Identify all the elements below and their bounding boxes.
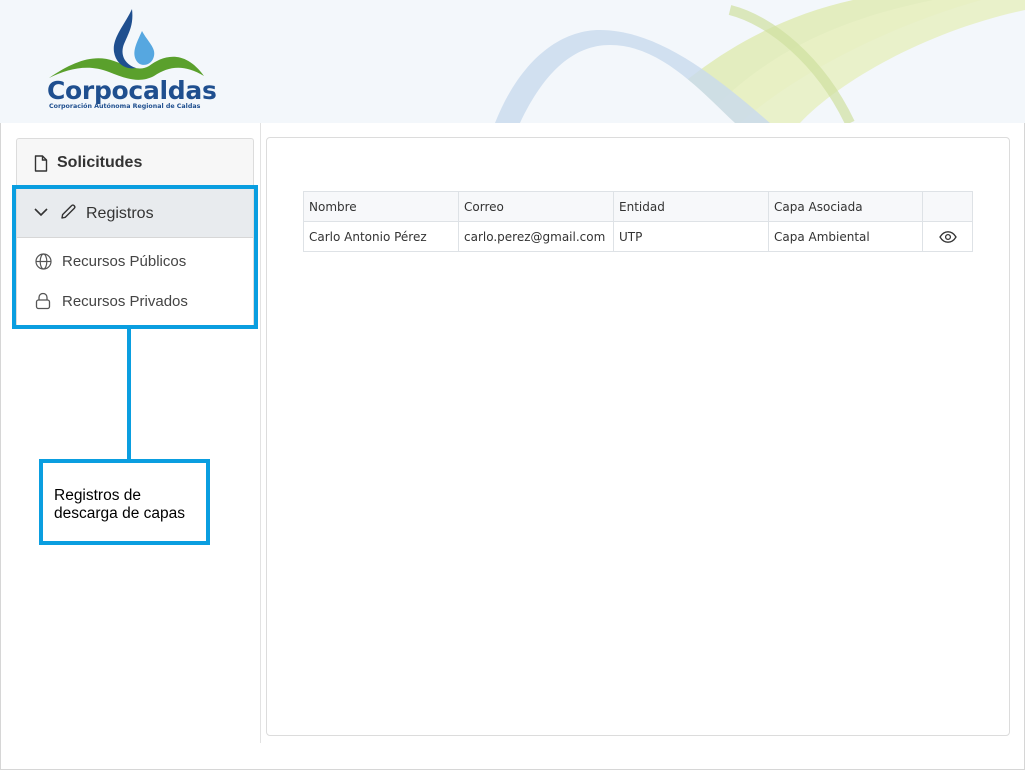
callout-note: Registros de descarga de capas [39, 459, 210, 545]
table-row: Carlo Antonio Pérez carlo.perez@gmail.co… [303, 221, 973, 252]
cell-capa: Capa Ambiental [768, 221, 923, 252]
column-header-correo: Correo [458, 191, 614, 222]
cell-nombre: Carlo Antonio Pérez [303, 221, 459, 252]
column-header-entidad: Entidad [613, 191, 769, 222]
column-header-actions [922, 191, 973, 222]
column-header-nombre: Nombre [303, 191, 459, 222]
table-header-row: Nombre Correo Entidad Capa Asociada [303, 191, 973, 222]
callout-connector [127, 329, 131, 461]
sidebar-item-solicitudes[interactable]: Solicitudes [16, 138, 254, 186]
brand-subtitle: Corporación Autónoma Regional de Caldas [49, 103, 201, 110]
registros-table: Nombre Correo Entidad Capa Asociada Carl… [303, 191, 973, 252]
header-banner: Corpocaldas Corporación Autónoma Regiona… [0, 0, 1025, 123]
highlight-box [12, 185, 258, 329]
column-header-capa: Capa Asociada [768, 191, 923, 222]
cell-action [922, 221, 973, 252]
callout-text: Registros de descarga de capas [54, 487, 185, 522]
cell-entidad: UTP [613, 221, 769, 252]
eye-icon[interactable] [938, 231, 957, 243]
document-icon [34, 155, 48, 172]
cell-correo: carlo.perez@gmail.com [458, 221, 614, 252]
sidebar-item-label: Solicitudes [57, 154, 143, 171]
brand-name: Corpocaldas [47, 76, 217, 105]
